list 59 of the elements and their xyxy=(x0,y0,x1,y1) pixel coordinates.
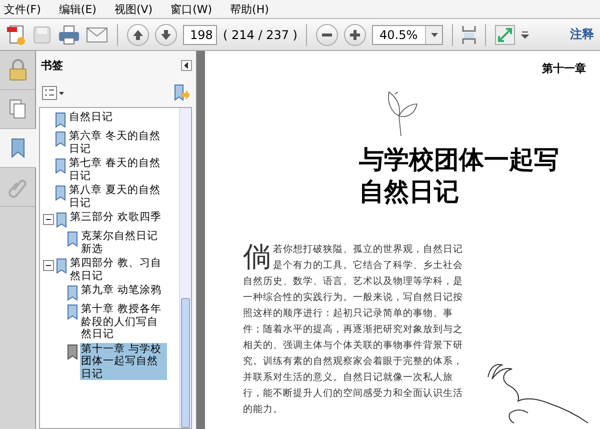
arrow-up-icon xyxy=(132,28,144,40)
bookmark-icon xyxy=(67,344,78,360)
plus-icon xyxy=(349,28,362,40)
bookmark-icon xyxy=(55,158,66,174)
bookmark-item[interactable]: 第十一章 与学校团体一起写自然日记 xyxy=(80,342,167,380)
chapter-title: 与学校团体一起写自然日记 xyxy=(359,144,560,208)
comment-link[interactable]: 注释 xyxy=(570,26,594,43)
bookmark-icon xyxy=(56,212,67,228)
bookmark-icon xyxy=(67,304,78,320)
menu-item[interactable]: 编辑(E) xyxy=(58,2,96,16)
bookmark-icon xyxy=(67,285,78,301)
bookmark-icon xyxy=(9,137,27,159)
bookmark-icon xyxy=(56,258,67,274)
fullscreen-icon[interactable] xyxy=(495,24,516,44)
bookmark-item[interactable]: 第九章 动笔涂鸦 xyxy=(80,284,162,296)
panel-title: 书签 xyxy=(41,58,63,72)
bookmark-item[interactable]: 第十章 教授各年龄段的人们写自然日记 xyxy=(80,303,167,340)
bookmark-icon xyxy=(67,231,78,247)
page-count: ( 214 / 237 ) xyxy=(223,28,298,42)
arrow-down-icon xyxy=(160,28,172,40)
collapse-panel-button[interactable] xyxy=(181,60,192,70)
bookmark-item[interactable]: 克莱尔自然日记新选 xyxy=(80,230,167,255)
scrollbar[interactable] xyxy=(179,108,191,428)
pages-icon xyxy=(8,98,28,120)
bookmark-item[interactable]: 第六章 冬天的自然日记 xyxy=(68,130,167,155)
menu-item[interactable]: 视图(V) xyxy=(114,2,153,16)
page-number-field[interactable]: 198 xyxy=(183,24,217,44)
print-icon[interactable] xyxy=(58,24,80,44)
lock-icon xyxy=(8,59,28,81)
bookmark-item[interactable]: 自然日记 xyxy=(68,111,114,124)
zoom-in-button[interactable] xyxy=(344,24,366,46)
caret-icon xyxy=(430,32,438,36)
side-tab[interactable] xyxy=(0,129,36,168)
more-icon[interactable] xyxy=(521,30,530,38)
menu-item[interactable]: 帮助(H) xyxy=(230,2,269,16)
email-icon[interactable] xyxy=(86,26,108,42)
running-head: 第十一章 xyxy=(541,61,586,76)
leaf-drawing xyxy=(385,90,419,138)
bookmark-icon xyxy=(55,185,66,201)
minus-icon xyxy=(45,262,52,269)
collapse-toggle[interactable] xyxy=(43,260,54,271)
collapse-toggle[interactable] xyxy=(43,214,54,225)
menu-item[interactable]: 文件(F) xyxy=(4,2,41,16)
bookmark-icon xyxy=(55,112,66,128)
options-menu-icon[interactable] xyxy=(42,86,64,100)
zoom-out-button[interactable] xyxy=(316,24,338,46)
bookmark-arrow-icon[interactable] xyxy=(172,84,190,102)
previous-page-button[interactable] xyxy=(127,24,149,46)
menu-item[interactable]: 窗口(W) xyxy=(170,2,212,16)
next-page-button[interactable] xyxy=(155,24,177,46)
bookmark-item[interactable]: 第三部分 欢歌四季 xyxy=(69,211,162,224)
bookmark-icon xyxy=(55,131,66,147)
triangle-left-icon xyxy=(184,62,189,68)
fit-page-icon[interactable] xyxy=(462,24,476,44)
bookmark-item[interactable]: 第八章 夏天的自然日记 xyxy=(68,184,167,209)
minus-icon xyxy=(45,216,52,223)
zoom-field[interactable]: 40.5% xyxy=(372,24,444,44)
bookmark-item[interactable]: 第七章 春天的自然日记 xyxy=(68,157,167,182)
bookmark-item[interactable]: 第四部分 教、习自然日记 xyxy=(69,257,167,282)
